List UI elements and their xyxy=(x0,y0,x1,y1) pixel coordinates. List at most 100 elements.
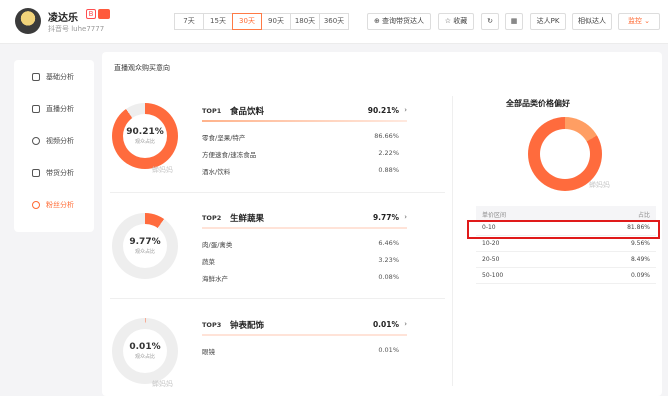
price-percent: 8.49% xyxy=(630,256,650,263)
star-icon: ☆ xyxy=(444,17,452,25)
subcategory-name: 酒水/饮料 xyxy=(202,168,231,176)
collect-label: 收藏 xyxy=(453,17,468,25)
ring-label: 观众占比 xyxy=(134,139,155,145)
sidebar-item-live[interactable]: 直播分析 xyxy=(32,103,74,115)
subcategory-row: 肉/蛋/禽类 6.46% xyxy=(202,239,407,249)
plus-circle-icon: ⊕ xyxy=(373,17,380,25)
user-icon xyxy=(32,201,40,209)
query-button[interactable]: ⊕ 查询带货达人 xyxy=(367,13,431,30)
column-header: 单价区间 xyxy=(482,212,507,219)
category-header[interactable]: TOP2 生鲜蔬果 9.77% › xyxy=(202,212,407,226)
subcategory-row: 眼镜 0.01% xyxy=(202,346,407,356)
sidebar-item-video[interactable]: 视频分析 xyxy=(32,135,74,147)
sidebar-item-label: 基础分析 xyxy=(46,73,74,81)
chevron-down-icon: ⌄ xyxy=(644,17,651,25)
verified-badge: B xyxy=(86,9,96,19)
category-percent: 90.21% xyxy=(367,106,399,115)
monitor-dropdown[interactable]: 监控 ⌄ xyxy=(618,13,660,30)
ring-value: 0.01% xyxy=(129,342,161,352)
divider xyxy=(110,192,445,193)
subcategory-name: 蔬菜 xyxy=(202,258,215,266)
price-range: 20-50 xyxy=(482,256,500,263)
rank-tag: TOP1 xyxy=(202,107,222,115)
ring-label: 观众占比 xyxy=(134,249,155,255)
range-90d[interactable]: 90天 xyxy=(261,13,291,30)
category-percent: 0.01% xyxy=(372,320,399,329)
subcategory-name: 方便速食/速冻食品 xyxy=(202,151,257,159)
rank-tag: TOP2 xyxy=(202,214,222,222)
collect-button[interactable]: ☆ 收藏 xyxy=(438,13,474,30)
subcategory-row: 零食/坚果/特产 86.66% xyxy=(202,132,407,142)
douyin-id: 抖音号 luhe7777 xyxy=(48,25,105,33)
divider xyxy=(110,298,445,299)
subcategory-percent: 6.46% xyxy=(378,239,399,247)
refresh-icon: ↻ xyxy=(487,17,493,25)
price-range: 10-20 xyxy=(482,240,500,247)
ring-label: 观众占比 xyxy=(134,354,155,360)
subcategory-row: 酒水/饮料 0.88% xyxy=(202,166,407,176)
level-badge xyxy=(98,9,110,19)
rank-tag: TOP3 xyxy=(202,321,222,329)
category-percent: 9.77% xyxy=(372,213,399,222)
watermark: 蝉妈妈 xyxy=(152,380,173,388)
chevron-right-icon: › xyxy=(404,213,407,221)
sidebar-item-label: 带货分析 xyxy=(46,169,74,177)
price-table: 单价区间 占比 0-10 81.86% 10-20 9.56% 20-50 8.… xyxy=(476,206,656,284)
watermark: 蝉妈妈 xyxy=(589,181,610,189)
range-360d[interactable]: 360天 xyxy=(319,13,349,30)
subcategory-percent: 3.23% xyxy=(378,256,399,264)
price-percent: 9.56% xyxy=(630,240,650,247)
sidebar-item-goods[interactable]: 带货分析 xyxy=(32,167,74,179)
query-label: 查询带货达人 xyxy=(382,17,425,25)
qrcode-button[interactable]: ▦ xyxy=(505,13,523,30)
category-name: 食品饮料 xyxy=(230,107,265,117)
subcategory-percent: 86.66% xyxy=(374,132,399,140)
watermark: 蝉妈妈 xyxy=(152,166,173,174)
refresh-button[interactable]: ↻ xyxy=(481,13,499,30)
subcategory-row: 海鲜水产 0.08% xyxy=(202,273,407,283)
range-7d[interactable]: 7天 xyxy=(174,13,204,30)
range-180d[interactable]: 180天 xyxy=(290,13,320,30)
range-30d[interactable]: 30天 xyxy=(232,13,262,30)
header-bar: 凌达乐 B 抖音号 luhe7777 7天 15天 30天 90天 180天 3… xyxy=(0,0,668,44)
tv-icon xyxy=(32,105,40,113)
avatar[interactable] xyxy=(15,8,41,34)
subcategory-name: 海鲜水产 xyxy=(202,275,228,283)
sidebar-item-label: 粉丝分析 xyxy=(46,201,74,209)
sidebar-item-basic[interactable]: 基础分析 xyxy=(32,71,74,83)
subcategory-percent: 0.88% xyxy=(378,166,399,174)
subcategory-row: 蔬菜 3.23% xyxy=(202,256,407,266)
category-header[interactable]: TOP3 钟表配饰 0.01% › xyxy=(202,319,407,333)
sidebar-item-fans[interactable]: 粉丝分析 xyxy=(32,199,74,211)
date-range-selector: 7天 15天 30天 90天 180天 360天 xyxy=(174,13,349,30)
sidebar: 基础分析 直播分析 视频分析 带货分析 粉丝分析 xyxy=(14,60,94,232)
subcategory-percent: 0.08% xyxy=(378,273,399,281)
subcategory-name: 肉/蛋/禽类 xyxy=(202,241,233,249)
chevron-right-icon: › xyxy=(404,320,407,328)
similar-button[interactable]: 相似达人 xyxy=(572,13,612,30)
sidebar-item-label: 视频分析 xyxy=(46,137,74,145)
streamer-name: 凌达乐 xyxy=(48,13,78,24)
category-name: 钟表配饰 xyxy=(230,321,265,331)
pk-button[interactable]: 达人PK xyxy=(530,13,566,30)
table-row: 20-50 8.49% xyxy=(476,252,656,268)
price-pref-title: 全部品类价格偏好 xyxy=(506,99,570,108)
category-name: 生鲜蔬果 xyxy=(230,214,265,224)
chevron-right-icon: › xyxy=(404,106,407,114)
subcategory-name: 零食/坚果/特产 xyxy=(202,134,246,142)
subcategory-percent: 0.01% xyxy=(378,346,399,354)
category-header[interactable]: TOP1 食品饮料 90.21% › xyxy=(202,105,407,119)
table-row: 50-100 0.09% xyxy=(476,268,656,284)
sidebar-item-label: 直播分析 xyxy=(46,105,74,113)
category-bar xyxy=(202,120,407,122)
range-15d[interactable]: 15天 xyxy=(203,13,233,30)
subcategory-name: 眼镜 xyxy=(202,348,215,356)
category-bar xyxy=(202,334,407,336)
subcategory-row: 方便速食/速冻食品 2.22% xyxy=(202,149,407,159)
price-range: 50-100 xyxy=(482,272,504,279)
category-bar xyxy=(202,227,407,229)
price-percent: 0.09% xyxy=(630,272,650,279)
ring-value: 90.21% xyxy=(126,127,164,137)
play-icon xyxy=(32,137,40,145)
subcategory-percent: 2.22% xyxy=(378,149,399,157)
